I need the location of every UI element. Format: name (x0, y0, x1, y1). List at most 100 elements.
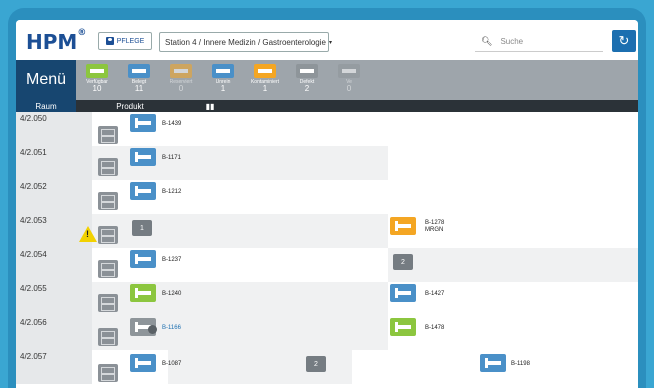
tab-raum[interactable]: Raum (16, 100, 76, 112)
menu-label: Menü (25, 71, 67, 88)
table-row: 4/2.051 B-1171 (16, 146, 638, 180)
warning-icon[interactable]: ! (79, 226, 97, 242)
refresh-button[interactable]: ↻ (612, 30, 636, 52)
bed-icon[interactable] (130, 114, 156, 132)
bed-count-badge[interactable]: 2 (393, 254, 413, 270)
bed-icon[interactable] (130, 284, 156, 302)
map-icon: ▮▮ (205, 101, 215, 111)
bed-label: B-1087 (162, 361, 182, 367)
tab-produkt[interactable]: Produkt (80, 100, 180, 112)
bed-count-badge[interactable]: 2 (306, 356, 326, 372)
filter-count: 1 (262, 84, 268, 93)
bed-icon[interactable] (390, 318, 416, 336)
room-table: 4/2.050 B-1439 4/2.051 B-1171 4/2.052 B-… (16, 112, 638, 388)
room-id: 4/2.057 (16, 350, 92, 384)
bed-sublabel: MRGN (425, 227, 444, 233)
bed-occupied-icon (128, 64, 150, 78)
room-id: 4/2.051 (16, 146, 92, 180)
bed-defect-icon (296, 64, 318, 78)
room-id: 4/2.052 (16, 180, 92, 214)
bed-count-badge[interactable]: 1 (132, 220, 152, 236)
room-id: 4/2.054 (16, 248, 92, 282)
bed-label: B-1237 (162, 257, 182, 263)
table-row: 4/2.050 B-1439 (16, 112, 638, 146)
table-row: 4/2.054 B-1237 2 (16, 248, 638, 282)
bed-label: B-1278 (425, 220, 445, 226)
status-filters: Verfügbar 10 Belegt 11 Reserviert 0 Unre… (78, 60, 368, 100)
search-input[interactable]: 🔍︎ Suche (475, 32, 603, 52)
cabinet-icon[interactable] (98, 294, 118, 312)
bed-maintenance-icon (338, 64, 360, 78)
cabinet-icon[interactable] (98, 328, 118, 346)
filter-defekt[interactable]: Defekt 2 (288, 60, 326, 100)
bed-label: B-1478 (425, 325, 445, 331)
station-value: Station 4 / Innere Medizin / Gastroenter… (165, 37, 326, 47)
bed-icon[interactable] (130, 148, 156, 166)
room-id: 4/2.055 (16, 282, 92, 316)
bed-label: B-1439 (162, 121, 182, 127)
cabinet-icon[interactable] (98, 126, 118, 144)
bed-contaminated-icon[interactable] (390, 217, 416, 235)
table-row: 4/2.056 B-1166 B-1478 (16, 316, 638, 350)
row-body (92, 112, 638, 146)
role-button[interactable]: PFLEGE (98, 32, 152, 50)
bed-label[interactable]: B-1166 (162, 325, 181, 331)
bed-label: B-1240 (162, 291, 182, 297)
table-row: 4/2.057 B-1087 2 B-1198 (16, 350, 638, 384)
row-body (92, 180, 638, 214)
row-segment (388, 282, 638, 316)
cabinet-icon[interactable] (98, 192, 118, 210)
role-label: PFLEGE (116, 37, 145, 45)
table-row: 4/2.053 ! 1 B-1278 MRGN (16, 214, 638, 248)
bed-unclean-icon (212, 64, 234, 78)
cabinet-icon[interactable] (98, 158, 118, 176)
bed-label: B-1212 (162, 189, 182, 195)
tab-label: Raum (35, 101, 57, 111)
bed-icon[interactable] (130, 250, 156, 268)
search-icon: 🔍︎ (481, 36, 493, 46)
refresh-icon: ↻ (618, 33, 630, 48)
bed-icon[interactable] (130, 354, 156, 372)
app-screen: HPM® PFLEGE Station 4 / Innere Medizin /… (16, 20, 638, 388)
filter-count: 10 (92, 84, 102, 93)
bed-label: B-1427 (425, 291, 445, 297)
filter-unrein[interactable]: Unrein 1 (204, 60, 242, 100)
bed-icon[interactable] (480, 354, 506, 372)
filter-verfuegbar[interactable]: Verfügbar 10 (78, 60, 116, 100)
cabinet-icon[interactable] (98, 364, 118, 382)
row-segment (388, 248, 638, 282)
filter-reserviert[interactable]: Reserviert 0 (162, 60, 200, 100)
tab-map[interactable]: ▮▮ (200, 100, 220, 112)
filter-count: 0 (346, 84, 352, 93)
station-select[interactable]: Station 4 / Innere Medizin / Gastroenter… (159, 32, 332, 52)
bed-label: B-1171 (162, 155, 181, 161)
bed-reserved-icon (170, 64, 192, 78)
app-header: HPM® PFLEGE Station 4 / Innere Medizin /… (16, 20, 638, 60)
hpm-logo: HPM® (26, 28, 87, 54)
row-segment (388, 146, 638, 180)
bed-contaminated-icon (254, 64, 276, 78)
row-segment (388, 316, 638, 350)
bed-icon[interactable] (390, 284, 416, 302)
table-row: 4/2.052 B-1212 (16, 180, 638, 214)
user-icon (105, 37, 114, 45)
bed-label: B-1198 (511, 361, 530, 367)
filter-count: 0 (178, 84, 184, 93)
cabinet-icon[interactable] (98, 226, 118, 244)
menu-button[interactable]: Menü (16, 60, 76, 100)
room-id: 4/2.050 (16, 112, 92, 146)
filter-belegt[interactable]: Belegt 11 (120, 60, 158, 100)
filter-kontaminiert[interactable]: Kontaminiert 1 (246, 60, 284, 100)
bed-icon[interactable] (130, 182, 156, 200)
filter-ve[interactable]: Ve 0 (330, 60, 368, 100)
filter-count: 1 (220, 84, 226, 93)
table-row: 4/2.055 B-1240 B-1427 (16, 282, 638, 316)
tab-label: Produkt (116, 101, 144, 111)
filter-count: 11 (134, 84, 144, 93)
bed-available-icon (86, 64, 108, 78)
room-id: 4/2.056 (16, 316, 92, 350)
cabinet-icon[interactable] (98, 260, 118, 278)
view-tabs: Raum Produkt ▮▮ (16, 100, 638, 112)
filter-count: 2 (304, 84, 310, 93)
chevron-down-icon: ▾ (328, 39, 332, 46)
